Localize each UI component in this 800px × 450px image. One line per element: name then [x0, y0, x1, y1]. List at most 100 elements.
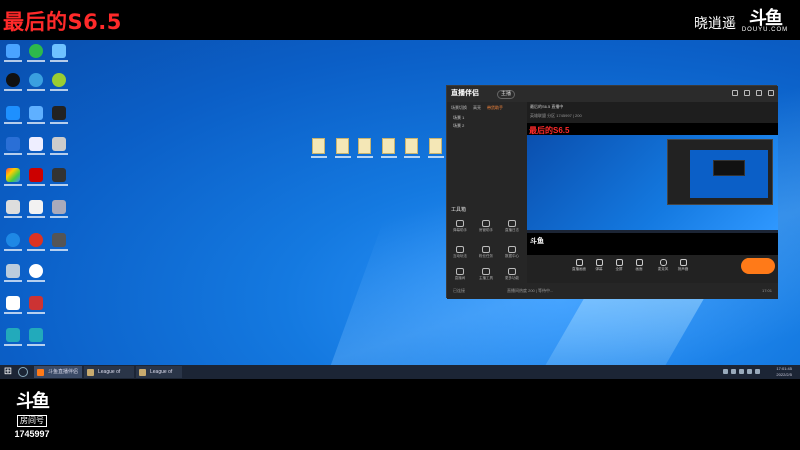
ctrl-speaker-button[interactable]: 扬声器 — [675, 259, 691, 272]
streamer-name: 晓逍遥 — [694, 16, 736, 32]
preview-window — [667, 139, 773, 205]
desktop-icon[interactable] — [3, 296, 23, 314]
file-icon[interactable] — [404, 138, 420, 158]
tab-highlight[interactable]: 高亮 — [473, 104, 481, 112]
windows-icon[interactable]: ⊞ — [2, 366, 14, 378]
douyu-logo-text: 斗鱼 — [16, 391, 50, 411]
tool-log-button[interactable]: 直播日志 — [503, 220, 521, 236]
minimize-icon[interactable] — [744, 90, 750, 96]
tool-admin-button[interactable]: 房管助手 — [477, 220, 495, 236]
tray-icon[interactable] — [731, 369, 736, 374]
monitor-icon — [575, 259, 583, 266]
preview-desktop — [527, 135, 778, 230]
tab-commerce[interactable]: 带货助手 — [487, 104, 503, 112]
douyu-logo-domain: DOUYU.COM — [741, 27, 789, 33]
desktop-icon[interactable] — [26, 233, 46, 251]
status-time: 17:01 — [761, 288, 772, 293]
live-preview[interactable]: 最后的S6.5 斗鱼 — [527, 123, 778, 255]
app-icon — [87, 369, 94, 376]
settings-icon[interactable] — [732, 90, 738, 96]
app-title-bar[interactable]: 直播伴侣 主播 — [447, 86, 778, 102]
live-companion-window[interactable]: 直播伴侣 主播 场景切换 高亮 带货助手 场景 1 场景 2 工具箱 弹幕助手 … — [446, 85, 778, 299]
search-icon[interactable] — [18, 367, 28, 377]
file-icon[interactable] — [428, 138, 444, 158]
tray-icon[interactable] — [723, 369, 728, 374]
tool-more-button[interactable]: 更多功能 — [503, 268, 521, 284]
room-number-label: 房间号 — [17, 415, 47, 427]
ctrl-mic-button[interactable]: 麦克风 — [655, 259, 671, 272]
tool-anchor-button[interactable]: 主播工具 — [477, 268, 495, 284]
close-icon[interactable] — [768, 90, 774, 96]
tab-scenes[interactable]: 场景切换 — [451, 104, 467, 112]
file-icon[interactable] — [357, 138, 373, 158]
tool-fans-button[interactable]: 粉丝任务 — [477, 246, 495, 262]
desktop-icon[interactable] — [49, 73, 69, 91]
ctrl-fullscreen-button[interactable]: 全屏 — [611, 259, 627, 272]
desktop-icon[interactable] — [26, 200, 46, 218]
tool-danmaku-button[interactable]: 弹幕助手 — [451, 220, 469, 236]
desktop-icon[interactable] — [26, 44, 46, 62]
desktop-icon[interactable] — [3, 106, 23, 124]
system-tray — [723, 369, 760, 375]
preview-taskbar — [527, 230, 778, 233]
desktop-icon[interactable] — [3, 233, 23, 251]
desktop-icon[interactable] — [49, 44, 69, 62]
room-title[interactable]: 最后的S6.5 直播中 — [530, 104, 563, 110]
ctrl-screen-button[interactable]: 直播画面 — [571, 259, 587, 272]
room-header: 最后的S6.5 直播中 英雄联盟 分区 1745997 | 200 — [527, 102, 778, 122]
scene-item[interactable]: 场景 2 — [447, 122, 527, 130]
overlay-bottom-bar: 斗鱼 房间号 1745997 — [0, 379, 800, 450]
room-info: 英雄联盟 分区 1745997 | 200 — [530, 113, 582, 118]
app-status-bar: 已连接 直播间热度 200 | 等待中... 17:01 — [447, 283, 778, 299]
tool-room-button[interactable]: 直播间 — [451, 268, 469, 284]
maximize-icon[interactable] — [756, 90, 762, 96]
clock[interactable]: 17:01:45 2022/2/5 — [776, 366, 792, 378]
app-role-badge[interactable]: 主播 — [497, 90, 516, 99]
app-main-panel: 最后的S6.5 直播中 英雄联盟 分区 1745997 | 200 最后的S6.… — [527, 102, 778, 283]
fullscreen-icon — [615, 259, 623, 266]
desktop-icon[interactable] — [49, 233, 69, 251]
desktop-icon[interactable] — [26, 168, 46, 186]
tool-interact-button[interactable]: 互动玩法 — [451, 246, 469, 262]
file-icon[interactable] — [381, 138, 397, 158]
user-icon — [482, 220, 490, 227]
taskbar-app-live[interactable]: 斗鱼直播伴侣 — [34, 366, 82, 378]
desktop-icon[interactable] — [26, 264, 46, 282]
desktop-icon[interactable] — [26, 137, 46, 155]
taskbar-app-lol[interactable]: League of Legends — [84, 366, 134, 387]
ctrl-danmaku-button[interactable]: 弹幕 — [591, 259, 607, 272]
start-live-button[interactable] — [741, 258, 775, 274]
desktop-icon[interactable] — [3, 73, 23, 91]
desktop-icon[interactable] — [26, 296, 46, 314]
scene-item[interactable]: 场景 1 — [447, 114, 527, 122]
speaker-icon — [679, 259, 687, 266]
wrench-icon — [482, 268, 490, 275]
desktop-icon[interactable] — [3, 168, 23, 186]
desktop-icon[interactable] — [26, 106, 46, 124]
douyu-logo-top: 斗鱼 DOUYU.COM — [740, 9, 790, 37]
desktop-icon[interactable] — [3, 137, 23, 155]
file-icon[interactable] — [335, 138, 351, 158]
desktop-icon[interactable] — [3, 264, 23, 282]
desktop-icon[interactable] — [3, 44, 23, 62]
home-icon — [456, 268, 464, 275]
ctrl-picture-button[interactable]: 画面 — [631, 259, 647, 272]
tray-icon[interactable] — [755, 369, 760, 374]
file-icon[interactable] — [311, 138, 327, 158]
more-icon — [508, 268, 516, 275]
windows-taskbar: ⊞ 斗鱼直播伴侣 League of Legends League of Leg… — [0, 365, 800, 387]
desktop-icon[interactable] — [3, 200, 23, 218]
tool-data-button[interactable]: 数据中心 — [503, 246, 521, 262]
chat-icon — [456, 220, 464, 227]
desktop-icon[interactable] — [49, 200, 69, 218]
desktop-icon[interactable] — [49, 106, 69, 124]
tray-icon[interactable] — [739, 369, 744, 374]
desktop-icon[interactable] — [49, 137, 69, 155]
tray-icon[interactable] — [747, 369, 752, 374]
taskbar-app-lol-2[interactable]: League of Legen... — [136, 366, 182, 387]
overlay-top-bar: 最后的S6.5 晓逍遥 斗鱼 DOUYU.COM — [0, 0, 800, 40]
desktop-icon[interactable] — [49, 168, 69, 186]
desktop-icon[interactable] — [26, 73, 46, 91]
desktop-icon[interactable] — [3, 328, 23, 346]
desktop-icon[interactable] — [26, 328, 46, 346]
